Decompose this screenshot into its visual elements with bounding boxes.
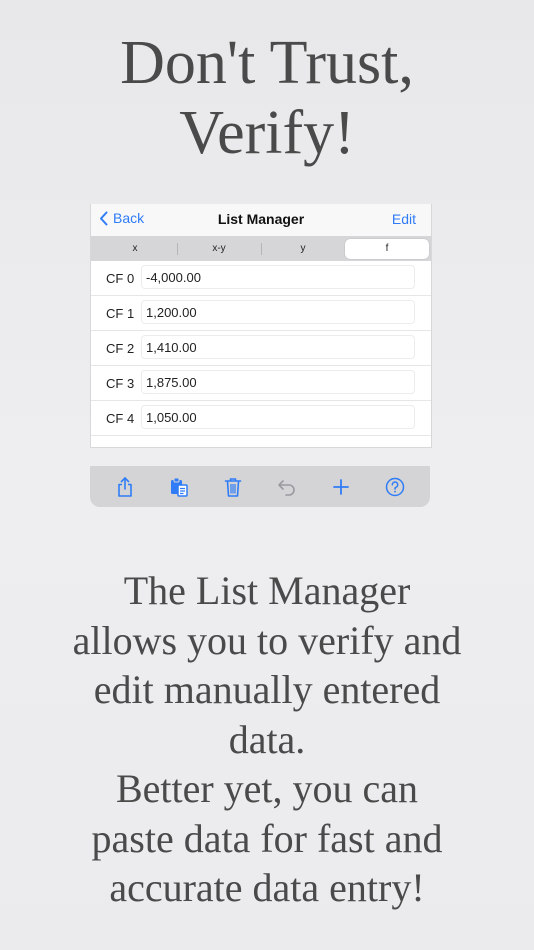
headline-line-2: Verify! [179,99,355,167]
list-manager-screen: Back List Manager Edit x x-y y f CF 0 -4… [90,204,432,448]
help-icon [385,477,405,496]
description-line: accurate data entry! [109,865,425,910]
trash-icon [224,477,242,497]
undo-button[interactable] [272,472,302,502]
cash-flow-list: CF 0 -4,000.00 CF 1 1,200.00 CF 2 1,410.… [91,261,431,436]
description-line: paste data for fast and [91,815,443,861]
segment-y[interactable]: y [261,239,345,259]
list-row-cf4: CF 4 1,050.00 [91,401,431,436]
trash-button[interactable] [218,472,248,502]
list-row-cf3: CF 3 1,875.00 [91,366,431,401]
list-row-cf2: CF 2 1,410.00 [91,331,431,366]
value-field[interactable]: 1,410.00 [141,335,415,359]
share-button[interactable] [110,472,140,502]
description-line: The List Manager [123,568,411,613]
help-button[interactable] [380,472,410,502]
description-line: edit manually entered [93,667,441,712]
page-title: List Manager [217,211,305,227]
plus-icon [333,478,349,495]
value-field[interactable]: 1,875.00 [141,370,415,394]
edit-button[interactable]: Edit [392,211,416,227]
value-field[interactable]: 1,050.00 [141,405,415,429]
headline-line-1: Don't Trust, [120,29,414,97]
description-line: data. [228,716,306,762]
segment-x-y[interactable]: x-y [177,239,261,259]
add-button[interactable] [326,472,356,502]
segment-f[interactable]: f [345,238,429,259]
list-row-cf0: CF 0 -4,000.00 [91,261,431,296]
paste-button[interactable] [164,472,194,502]
paste-icon [171,477,188,497]
description-text: The List Manager allows you to verify an… [0,566,534,913]
list-row-cf1: CF 1 1,200.00 [91,296,431,331]
description-line: allows you to verify and [72,617,462,663]
value-field[interactable]: 1,200.00 [141,300,415,324]
description-line: Better yet, you can [115,766,419,811]
value-field[interactable]: -4,000.00 [141,265,415,289]
undo-icon [278,479,295,496]
list-segmented-control: x x-y y f [91,236,431,261]
navigation-bar: Back List Manager Edit [91,204,431,236]
bottom-toolbar [90,466,430,507]
segment-x[interactable]: x [93,239,177,259]
headline: Don't Trust, Verify! [0,28,534,168]
share-icon [118,476,132,497]
